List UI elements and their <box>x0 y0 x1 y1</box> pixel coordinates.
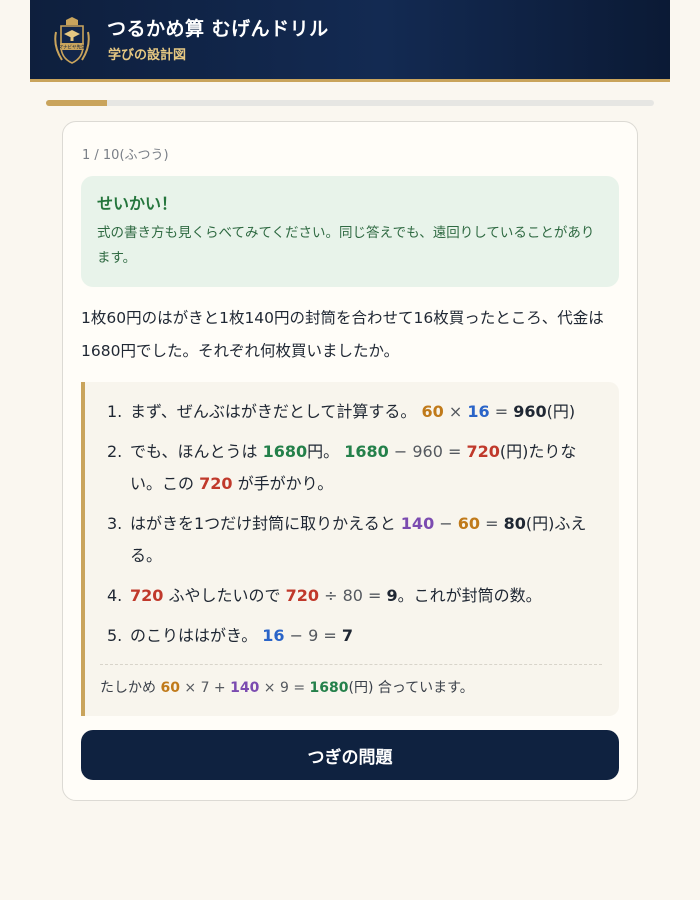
highlighted-number: 720 <box>466 442 500 461</box>
step-text: (円) <box>546 402 576 421</box>
app-header: マナビヤ先生 つるかめ算 むげんドリル 学びの設計図 <box>30 0 670 82</box>
quiz-card: 1 / 10(ふつう) せいかい！ 式の書き方も見くらべてみてください。同じ答え… <box>62 121 638 801</box>
highlighted-number: 1680 <box>309 680 349 696</box>
step-text: ふやしたいので <box>163 586 286 605</box>
step-number: 3. <box>107 514 123 533</box>
step-text: でも、ほんとうは <box>130 442 263 461</box>
solution-step: 1. まず、ぜんぶはがきだとして計算する。 60 × 16 = 960(円) <box>107 396 607 428</box>
step-text: × 9 = <box>259 680 310 696</box>
step-body: のこりははがき。 16 − 9 = 7 <box>130 620 607 652</box>
step-text: はがきを1つだけ封筒に取りかえると <box>130 514 401 533</box>
step-text: のこりははがき。 <box>130 626 263 645</box>
highlighted-number: 140 <box>400 514 435 533</box>
step-number: 5. <box>107 626 123 645</box>
step-text: たしかめ <box>100 680 161 696</box>
app-title: つるかめ算 むげんドリル <box>107 18 329 40</box>
step-text: が手がかり。 <box>232 474 334 493</box>
verification-line: たしかめ 60 × 7 + 140 × 9 = 1680(円) 合っています。 <box>100 664 602 697</box>
highlighted-number: 1680 <box>262 442 308 461</box>
step-text: まず、ぜんぶはがきだとして計算する。 <box>130 402 422 421</box>
solution-step: 5. のこりははがき。 16 − 9 = 7 <box>107 620 607 652</box>
highlighted-number: 720 <box>285 586 319 605</box>
step-text: = <box>489 402 514 421</box>
highlighted-number: 9 <box>386 586 398 605</box>
step-number: 2. <box>107 442 123 461</box>
app-subtitle: 学びの設計図 <box>108 48 187 63</box>
solution-step: 4. 720 ふやしたいので 720 ÷ 80 = 9。これが封筒の数。 <box>107 580 607 612</box>
step-text: − <box>434 514 458 533</box>
solution-steps: 1. まず、ぜんぶはがきだとして計算する。 60 × 16 = 960(円) 2. で… <box>107 396 607 660</box>
solution-step: 3. はがきを1つだけ封筒に取りかえると 140 − 60 = 80(円)ふえる。 <box>107 508 607 572</box>
step-text: 。これが封筒の数。 <box>397 586 542 605</box>
step-text: − 9 = <box>284 626 342 645</box>
feedback-title: せいかい！ <box>97 194 178 213</box>
step-text: − 960 = <box>388 442 467 461</box>
step-body: でも、ほんとうは 1680円。 1680 − 960 = 720(円)たりない。… <box>130 436 607 500</box>
step-body: 720 ふやしたいので 720 ÷ 80 = 9。これが封筒の数。 <box>130 580 607 612</box>
highlighted-number: 60 <box>457 514 481 533</box>
step-text: × <box>443 402 468 421</box>
highlighted-number: 60 <box>160 680 180 696</box>
step-text: × 7 + <box>179 680 231 696</box>
highlighted-number: 16 <box>467 402 490 421</box>
step-text: = <box>480 514 504 533</box>
solution-step: 2. でも、ほんとうは 1680円。 1680 − 960 = 720(円)たりな… <box>107 436 607 500</box>
progress-fill <box>46 100 107 106</box>
feedback-message: 式の書き方も見くらべてみてください。同じ答えでも、遠回りしていることがあります。 <box>97 225 595 266</box>
next-question-button[interactable]: つぎの問題 <box>81 730 619 780</box>
highlighted-number: 720 <box>130 586 164 605</box>
step-text: 円。 <box>307 442 345 461</box>
highlighted-number: 1680 <box>344 442 389 461</box>
highlighted-number: 720 <box>199 474 233 493</box>
highlighted-number: 7 <box>341 626 354 645</box>
step-number: 4. <box>107 586 123 605</box>
step-text: (円) 合っています。 <box>348 680 474 696</box>
question-counter: 1 / 10(ふつう) <box>82 148 169 163</box>
logo-text: マナビヤ先生 <box>59 44 86 51</box>
solution-panel: 1. まず、ぜんぶはがきだとして計算する。 60 × 16 = 960(円) 2. で… <box>81 382 619 716</box>
feedback-panel: せいかい！ 式の書き方も見くらべてみてください。同じ答えでも、遠回りしていること… <box>81 176 619 287</box>
highlighted-number: 16 <box>262 626 285 645</box>
step-text: ÷ 80 = <box>319 586 387 605</box>
step-body: まず、ぜんぶはがきだとして計算する。 60 × 16 = 960(円) <box>130 396 607 428</box>
academic-crest-icon: マナビヤ先生 <box>52 16 92 66</box>
highlighted-number: 60 <box>421 402 444 421</box>
progress-bar <box>46 100 654 106</box>
highlighted-number: 140 <box>230 680 260 696</box>
step-body: はがきを1つだけ封筒に取りかえると 140 − 60 = 80(円)ふえる。 <box>130 508 607 572</box>
highlighted-number: 960 <box>513 402 547 421</box>
question-text: 1枚60円のはがきと1枚140円の封筒を合わせて16枚買ったところ、代金は168… <box>81 309 604 360</box>
step-number: 1. <box>107 402 123 421</box>
highlighted-number: 80 <box>503 514 526 533</box>
